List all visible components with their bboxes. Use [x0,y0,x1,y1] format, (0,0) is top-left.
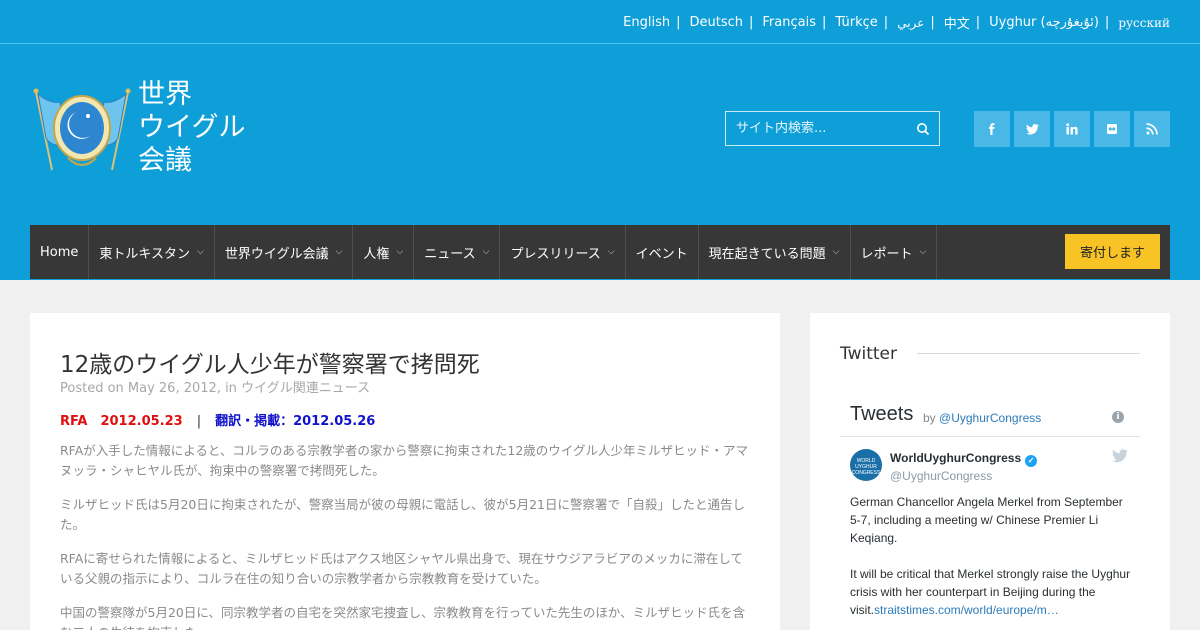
tweets-by-handle[interactable]: @UyghurCongress [939,411,1041,425]
post-title[interactable]: 12歳のウイグル人少年が警察署で拷問死 [60,345,480,379]
site-header: English | Deutsch | Français | Türkçe | عربي… [0,0,1200,280]
social-links [974,111,1170,147]
twitter-bird-icon[interactable] [1112,449,1128,463]
tweets-title[interactable]: Tweets [850,403,913,426]
post-category-link[interactable]: ウイグル関連ニュース [241,381,370,396]
search-icon[interactable] [915,121,931,137]
chevron-down-icon: ⌵ [197,247,204,257]
logo-text: 世界 ウイグル 会議 [138,78,245,177]
sidebar: Twitter Tweets by @UyghurCongress i WORL… [810,313,1170,630]
logo-line-1: 世界 [138,79,192,110]
tweet-paragraph: It will be critical that Merkel strongly… [850,567,1131,617]
verified-icon: ✓ [1025,455,1038,467]
nav-news[interactable]: ニュース ⌵ [414,225,501,279]
lang-deutsch[interactable]: Deutsch [689,15,743,30]
widget-title: Twitter [840,344,897,364]
post-paragraph: RFAが入手した情報によると、コルラのある宗教学者の家から警察に拘束された12歳… [60,443,749,478]
tweet-card: WORLD UYGHUR CONGRESS WorldUyghurCongress ✓… [840,437,1140,630]
emblem-icon [33,88,131,171]
logo-line-2: ウイグル [138,112,246,143]
flickr-icon[interactable] [1094,111,1130,147]
tweet-text: German Chancellor Angela Merkel from Sep… [850,493,1132,630]
chevron-down-icon: ⌵ [607,247,615,257]
language-list: English | Deutsch | Français | Türkçe | عربي… [623,13,1170,32]
post-source-line: RFA 2012.05.23 | 翻訳・掲載：2012.05.26 [60,410,375,429]
main-nav: Home 東トルキスタン ⌵ 世界ウイグル会議 ⌵ 人権 ⌵ ニュース ⌵ プレスリリー… [30,225,1170,279]
search-box [725,111,940,146]
tweet-author-name[interactable]: WorldUyghurCongress ✓ [890,451,1038,467]
source-rfa: RFA 2012.05.23 [60,414,183,429]
nav-reports[interactable]: レポート ⌵ [851,225,938,279]
tweet-author-handle[interactable]: @UyghurCongress [890,469,992,483]
chevron-down-icon: ⌵ [396,247,404,257]
nav-world-uyghur-congress[interactable]: 世界ウイグル会議 ⌵ [215,225,354,279]
source-translation: 翻訳・掲載：2012.05.26 [215,414,376,429]
nav-home[interactable]: Home [30,225,90,279]
logo-line-3: 会議 [138,145,192,176]
chevron-down-icon: ⌵ [482,247,490,257]
post-body: RFAが入手した情報によると、コルラのある宗教学者の家から警察に拘束された12歳… [60,441,752,630]
lang-turkce[interactable]: Türkçe [835,15,877,30]
source-separator: | [196,414,202,429]
tweet-paragraph: German Chancellor Angela Merkel from Sep… [850,495,1123,545]
post-article: 12歳のウイグル人少年が警察署で拷問死 Posted on May 26, 20… [30,313,780,630]
post-paragraph: ミルザヒッド氏は5月20日に拘束されたが、警察当局が彼の母親に電話し、彼が5月2… [60,497,745,532]
lang-francais[interactable]: Français [762,15,816,30]
twitter-icon[interactable] [1014,111,1050,147]
linkedin-icon[interactable] [1054,111,1090,147]
tweet-link[interactable]: straitstimes.com/world/europe/m… [874,603,1059,617]
lang-english[interactable]: English [623,15,670,30]
post-paragraph: 中国の警察隊が5月20日に、同宗教学者の自宅を突然家宅捜査し、宗教教育を行ってい… [60,605,746,630]
chevron-down-icon: ⌵ [919,247,927,257]
donate-button[interactable]: 寄付します [1065,234,1160,269]
widget-title-divider [917,353,1140,354]
rss-icon[interactable] [1134,111,1170,147]
lang-russian[interactable]: русский [1118,16,1170,30]
chevron-down-icon: ⌵ [832,247,840,257]
nav-current-issues[interactable]: 現在起きている問題 ⌵ [699,225,851,279]
site-logo[interactable]: 世界 ウイグル 会議 [30,78,250,180]
post-date: Posted on May 26, 2012, in [60,381,242,396]
nav-east-turkestan[interactable]: 東トルキスタン ⌵ [89,225,215,279]
nav-press-releases[interactable]: プレスリリース ⌵ [500,225,626,279]
avatar[interactable]: WORLD UYGHUR CONGRESS [850,449,882,481]
nav-human-rights[interactable]: 人権 ⌵ [353,225,415,279]
search-input[interactable] [726,112,910,145]
facebook-icon[interactable] [974,111,1010,147]
nav-events[interactable]: イベント [626,225,699,279]
twitter-timeline-header: Tweets by @UyghurCongress i [840,401,1140,437]
post-paragraph: RFAに寄せられた情報によると、ミルザヒッド氏はアクス地区シャヤル県出身で、現在… [60,551,744,586]
lang-arabic[interactable]: عربي [897,16,924,30]
language-bar: English | Deutsch | Français | Türkçe | عربي… [0,0,1200,44]
info-icon[interactable]: i [1112,411,1124,423]
lang-chinese[interactable]: 中文 [944,13,970,32]
lang-uyghur[interactable]: Uyghur (ئۇيغۇرچە) [989,15,1099,30]
chevron-down-icon: ⌵ [335,247,343,257]
tweets-by: by @UyghurCongress [923,411,1042,425]
post-meta: Posted on May 26, 2012, in ウイグル関連ニュース [60,377,370,396]
